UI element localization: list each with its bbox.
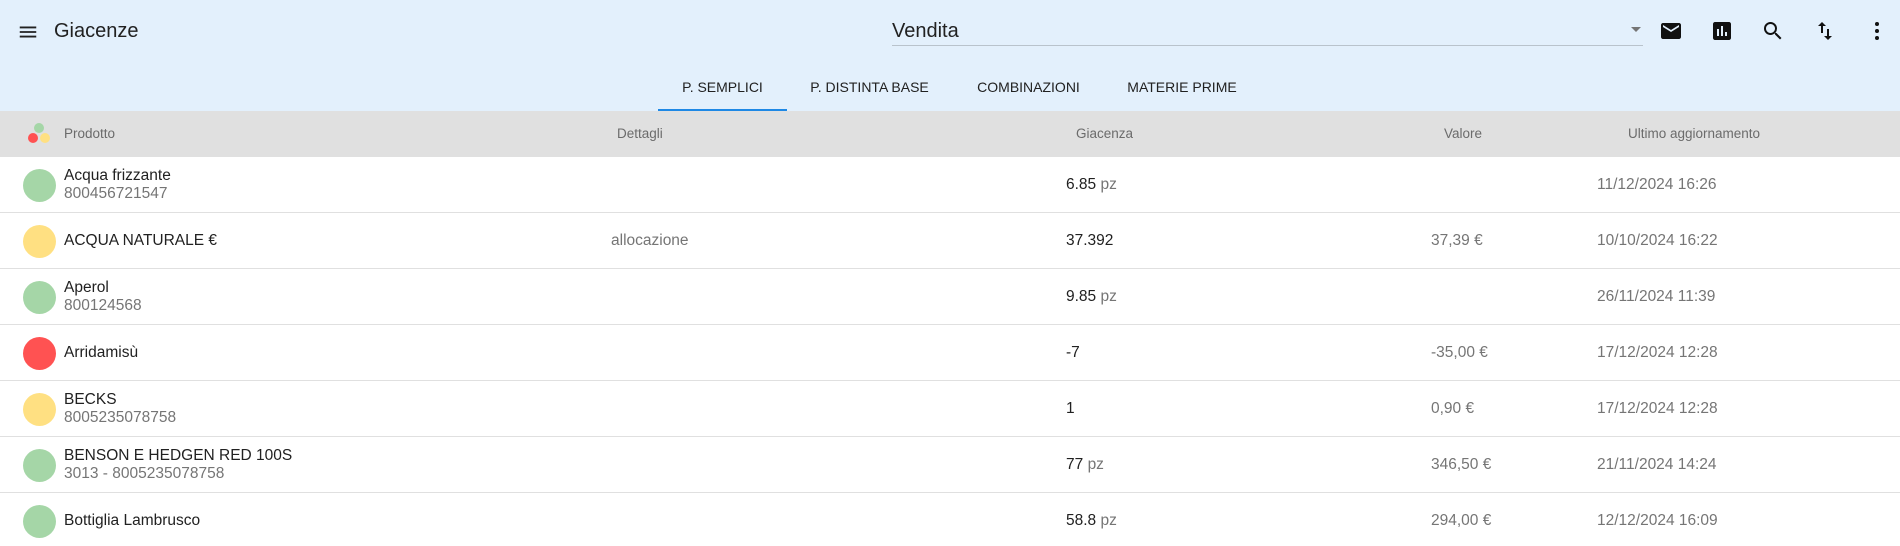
legend-yellow-dot — [40, 133, 50, 143]
column-header-updated[interactable]: Ultimo aggiornamento — [1628, 126, 1760, 141]
product-code: 800456721547 — [64, 185, 168, 202]
tab-bar: P. SEMPLICI P. DISTINTA BASE COMBINAZION… — [0, 76, 1900, 111]
product-code: 800124568 — [64, 297, 142, 314]
stock-quantity: 9.85 pz — [1066, 288, 1117, 306]
mail-icon — [1661, 23, 1681, 39]
last-updated: 26/11/2024 11:39 — [1597, 288, 1716, 305]
stock-unit: pz — [1087, 456, 1104, 473]
tab-p-distinta-base[interactable]: P. DISTINTA BASE — [799, 76, 940, 111]
stock-value: -7 — [1066, 344, 1080, 361]
page-title: Giacenze — [54, 20, 139, 42]
hamburger-menu-icon — [19, 26, 37, 38]
product-code: 8005235078758 — [64, 409, 177, 426]
product-name: Acqua frizzante — [64, 167, 171, 184]
table-row[interactable]: BECKS 8005235078758 1 0,90 € 17/12/2024 … — [0, 381, 1900, 437]
stock-value-amount: 294,00 € — [1431, 512, 1492, 529]
last-updated: 17/12/2024 12:28 — [1597, 344, 1718, 361]
status-indicator — [23, 505, 56, 538]
status-indicator — [23, 449, 56, 482]
status-indicator — [23, 337, 56, 370]
stock-value: 1 — [1066, 400, 1075, 417]
table-row[interactable]: ACQUA NATURALE € allocazione 37.392 37,3… — [0, 213, 1900, 269]
table-row[interactable]: Arridamisù -7 -35,00 € 17/12/2024 12:28 — [0, 325, 1900, 381]
chart-button[interactable] — [1706, 15, 1738, 47]
last-updated: 12/12/2024 16:09 — [1597, 512, 1718, 529]
table-row[interactable]: Aperol 800124568 9.85 pz 26/11/2024 11:3… — [0, 269, 1900, 325]
more-vert-icon — [1875, 22, 1879, 40]
stock-value: 77 — [1066, 456, 1084, 473]
tab-materie-prime[interactable]: MATERIE PRIME — [1119, 76, 1245, 111]
stock-value: 37.392 — [1066, 232, 1114, 249]
status-legend-icon[interactable] — [26, 122, 52, 148]
product-name: Aperol — [64, 279, 109, 296]
tab-combinazioni[interactable]: COMBINAZIONI — [967, 76, 1090, 111]
product-name: Arridamisù — [64, 344, 139, 361]
legend-green-dot — [34, 123, 44, 133]
stock-quantity: 77 pz — [1066, 456, 1104, 474]
view-select[interactable]: Vendita — [892, 14, 1643, 46]
product-name: BECKS — [64, 391, 117, 408]
table-row[interactable]: BENSON E HEDGEN RED 100S 3013 - 80052350… — [0, 437, 1900, 493]
stock-quantity: -7 — [1066, 344, 1080, 362]
product-name: Bottiglia Lambrusco — [64, 512, 201, 529]
stock-quantity: 58.8 pz — [1066, 512, 1117, 530]
column-header-value[interactable]: Valore — [1444, 126, 1482, 141]
product-details: allocazione — [611, 232, 689, 249]
column-header-product[interactable]: Prodotto — [64, 126, 115, 141]
table-row[interactable]: Acqua frizzante 800456721547 6.85 pz 11/… — [0, 157, 1900, 213]
table-row[interactable]: Bottiglia Lambrusco 58.8 pz 294,00 € 12/… — [0, 493, 1900, 546]
stock-value: 6.85 — [1066, 176, 1097, 193]
stock-quantity: 37.392 — [1066, 232, 1113, 250]
last-updated: 21/11/2024 14:24 — [1597, 456, 1717, 473]
tab-p-semplici[interactable]: P. SEMPLICI — [658, 76, 787, 111]
last-updated: 17/12/2024 12:28 — [1597, 400, 1718, 417]
legend-red-dot — [28, 133, 38, 143]
search-button[interactable] — [1757, 15, 1789, 47]
last-updated: 10/10/2024 16:22 — [1597, 232, 1718, 249]
stock-unit: pz — [1100, 176, 1117, 193]
stock-unit: pz — [1100, 512, 1117, 529]
status-indicator — [23, 393, 56, 426]
stock-value-amount: 37,39 € — [1431, 232, 1483, 249]
sort-button[interactable] — [1809, 15, 1841, 47]
status-indicator — [23, 225, 56, 258]
stock-value-amount: -35,00 € — [1431, 344, 1488, 361]
mail-button[interactable] — [1655, 15, 1687, 47]
search-icon — [1764, 22, 1782, 40]
product-code: 3013 - 8005235078758 — [64, 465, 225, 482]
status-indicator — [23, 169, 56, 202]
stock-value: 9.85 — [1066, 288, 1097, 305]
column-header-details[interactable]: Dettagli — [617, 126, 663, 141]
stock-quantity: 1 — [1066, 400, 1075, 418]
view-select-value: Vendita — [892, 20, 959, 42]
stock-value-amount: 346,50 € — [1431, 456, 1492, 473]
stock-unit: pz — [1100, 288, 1117, 305]
app-bar: Giacenze Vendita P. SEMPLICI P. DISTINTA… — [0, 0, 1900, 111]
dropdown-arrow-icon — [1631, 27, 1641, 32]
table-header: Prodotto Dettagli Giacenza Valore Ultimo… — [0, 111, 1900, 157]
last-updated: 11/12/2024 16:26 — [1597, 176, 1717, 193]
stock-value-amount: 0,90 € — [1431, 400, 1475, 417]
product-name: ACQUA NATURALE € — [64, 232, 218, 249]
column-header-stock[interactable]: Giacenza — [1076, 126, 1133, 141]
more-button[interactable] — [1861, 15, 1893, 47]
product-name: BENSON E HEDGEN RED 100S — [64, 447, 293, 464]
stock-value: 58.8 — [1066, 512, 1097, 529]
menu-button[interactable] — [14, 18, 42, 46]
stock-quantity: 6.85 pz — [1066, 176, 1117, 194]
sort-icon — [1818, 22, 1832, 40]
chart-icon — [1713, 22, 1731, 40]
status-indicator — [23, 281, 56, 314]
